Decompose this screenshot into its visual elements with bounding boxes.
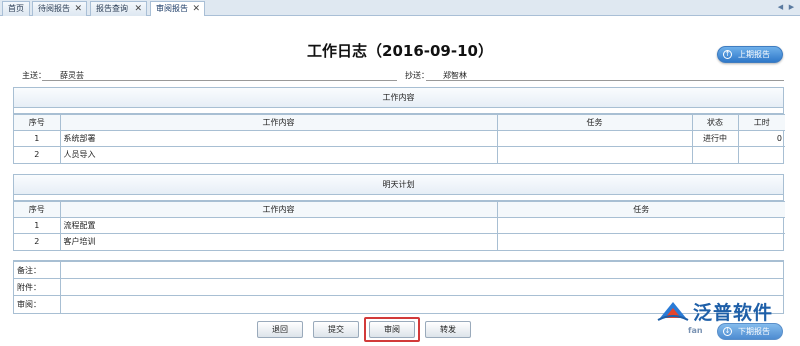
tab-label: 审阅报告 <box>156 4 188 13</box>
col-header: 工作内容 <box>59 114 498 131</box>
review-button[interactable]: 审阅 <box>369 321 415 338</box>
row-status <box>691 146 739 163</box>
col-header: 状态 <box>691 114 739 131</box>
page-title: 工作日志（2016-09-10） <box>307 42 493 60</box>
col-header: 任务 <box>496 114 693 131</box>
tab-label: 待阅报告 <box>38 4 70 13</box>
table-header-row: 序号 工作内容 任务 <box>14 201 785 218</box>
row-content: 人员导入 <box>59 146 498 163</box>
row-content: 流程配置 <box>59 217 498 234</box>
logo-mark-icon <box>657 302 689 321</box>
close-icon[interactable]: ✕ <box>74 2 82 16</box>
table-row: 2 客户培训 <box>14 233 785 250</box>
scroll-left-icon[interactable]: ◀ <box>776 2 785 13</box>
col-header: 任务 <box>496 201 785 218</box>
note-label: 备注： <box>14 261 61 279</box>
prev-report-label: 上期报告 <box>738 50 770 59</box>
next-report-button[interactable]: ↓ 下期报告 <box>717 323 783 340</box>
work-content-section: 工作内容 序号 工作内容 任务 状态 工时 1 系统部署 进行中 0 2 人员导… <box>13 87 785 164</box>
row-hours <box>737 146 785 163</box>
tab-home[interactable]: 首页 <box>2 1 30 16</box>
row-number: 2 <box>14 146 61 163</box>
logo-text: 泛普软件 <box>693 302 774 324</box>
tomorrow-plan-table: 序号 工作内容 任务 1 流程配置 2 客户培训 <box>14 201 785 250</box>
row-task <box>496 146 693 163</box>
to-underline <box>42 80 397 81</box>
attachment-field[interactable] <box>59 278 783 296</box>
logo-url-fragment: fan <box>688 326 703 335</box>
review-label: 审阅： <box>14 295 61 313</box>
note-field[interactable] <box>59 261 783 279</box>
col-header: 序号 <box>14 201 61 218</box>
table-header-row: 序号 工作内容 任务 状态 工时 <box>14 114 785 131</box>
attachment-row: 附件： <box>14 278 783 296</box>
col-header: 序号 <box>14 114 61 131</box>
prev-report-button[interactable]: ↑ 上期报告 <box>717 46 783 63</box>
submit-button[interactable]: 提交 <box>313 321 359 338</box>
col-header: 工作内容 <box>59 201 498 218</box>
row-number: 1 <box>14 217 61 234</box>
row-status: 进行中 <box>691 130 739 147</box>
row-hours: 0 <box>737 130 785 147</box>
cc-label: 抄送： <box>405 71 429 80</box>
arrow-down-icon: ↓ <box>723 327 732 336</box>
tab-report-query[interactable]: 报告查询 ✕ <box>90 1 147 16</box>
tab-label: 首页 <box>8 4 24 13</box>
tomorrow-plan-section: 明天计划 序号 工作内容 任务 1 流程配置 2 客户培训 <box>13 174 785 251</box>
table-row: 2 人员导入 <box>14 146 785 163</box>
row-number: 2 <box>14 233 61 250</box>
note-row: 备注： <box>14 261 783 279</box>
tab-bar: 首页 待阅报告 ✕ 报告查询 ✕ 审阅报告 ✕ ◀ ▶ <box>0 0 800 16</box>
close-icon[interactable]: ✕ <box>134 2 142 16</box>
col-header: 工时 <box>737 114 785 131</box>
table-row: 1 流程配置 <box>14 217 785 234</box>
work-content-heading: 工作内容 <box>14 88 783 108</box>
work-content-table: 序号 工作内容 任务 状态 工时 1 系统部署 进行中 0 2 人员导入 <box>14 114 785 163</box>
forward-button[interactable]: 转发 <box>425 321 471 338</box>
row-content: 系统部署 <box>59 130 498 147</box>
tab-review-report[interactable]: 审阅报告 ✕ <box>150 1 205 16</box>
row-task <box>496 130 693 147</box>
to-label: 主送： <box>22 71 46 80</box>
tab-pending-reports[interactable]: 待阅报告 ✕ <box>32 1 87 16</box>
arrow-up-icon: ↑ <box>723 50 732 59</box>
next-report-label: 下期报告 <box>738 327 770 336</box>
row-content: 客户培训 <box>59 233 498 250</box>
scroll-right-icon[interactable]: ▶ <box>787 2 796 13</box>
close-icon[interactable]: ✕ <box>192 2 200 16</box>
attachment-label: 附件： <box>14 278 61 296</box>
row-number: 1 <box>14 130 61 147</box>
row-task <box>496 233 785 250</box>
to-value: 薛灵芸 <box>60 71 84 80</box>
tab-label: 报告查询 <box>96 4 128 13</box>
row-task <box>496 217 785 234</box>
tomorrow-plan-heading: 明天计划 <box>14 175 783 195</box>
cc-value: 郑智林 <box>443 71 467 80</box>
cc-underline <box>426 80 784 81</box>
table-row: 1 系统部署 进行中 0 <box>14 130 785 147</box>
back-button[interactable]: 退回 <box>257 321 303 338</box>
brand-logo: 泛普软件 <box>656 298 800 326</box>
